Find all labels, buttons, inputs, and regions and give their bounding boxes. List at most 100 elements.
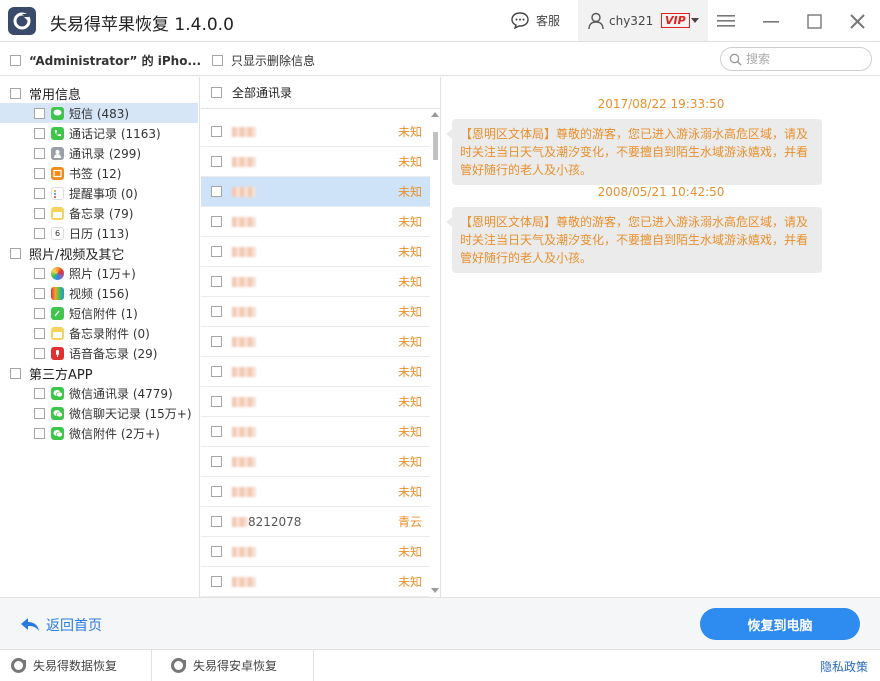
redacted-name <box>232 517 248 527</box>
device-checkbox[interactable] <box>10 55 21 66</box>
item-checkbox[interactable] <box>34 267 45 279</box>
row-checkbox[interactable] <box>211 336 222 347</box>
tree-item-sms-attachments[interactable]: 短信附件 (1) <box>0 303 199 323</box>
maximize-button[interactable] <box>803 10 825 32</box>
redacted-name <box>232 337 256 347</box>
tree-item-bookmarks[interactable]: 书签 (12) <box>0 163 199 183</box>
privacy-policy-link[interactable]: 隐私政策 <box>820 658 868 675</box>
contact-row[interactable]: 未知 <box>201 477 430 507</box>
item-checkbox[interactable] <box>34 327 45 339</box>
scroll-up-arrow-icon[interactable] <box>431 112 439 117</box>
tree-item-calendar[interactable]: 6 日历 (113) <box>0 223 199 243</box>
row-checkbox[interactable] <box>211 306 222 317</box>
vip-dropdown-caret-icon[interactable] <box>691 18 699 23</box>
wechat-chat-icon <box>51 406 64 420</box>
row-checkbox[interactable] <box>211 276 222 287</box>
contact-row[interactable]: 未知 <box>201 327 430 357</box>
category-checkbox[interactable] <box>10 87 21 99</box>
row-checkbox[interactable] <box>211 216 222 227</box>
vip-badge[interactable]: VIP <box>661 13 690 28</box>
tree-item-wechat-chat[interactable]: 微信聊天记录 (15万+) <box>0 403 199 423</box>
item-checkbox[interactable] <box>34 387 45 399</box>
category-checkbox[interactable] <box>10 367 21 379</box>
row-checkbox[interactable] <box>211 426 222 437</box>
menu-button[interactable] <box>715 10 737 32</box>
footer-link-label: 失易得安卓恢复 <box>193 659 278 673</box>
item-checkbox[interactable] <box>34 407 45 419</box>
contact-row[interactable]: 未知 <box>201 537 430 567</box>
close-button[interactable] <box>846 10 868 32</box>
contact-list-scrollbar[interactable] <box>430 110 440 597</box>
tree-item-call-log[interactable]: 通话记录 (1163) <box>0 123 199 143</box>
contact-row[interactable]: 未知 <box>201 237 430 267</box>
item-checkbox[interactable] <box>34 147 45 159</box>
tree-item-sms[interactable]: 短信 (483) <box>0 103 198 123</box>
deleted-only-filter[interactable]: 只显示删除信息 <box>212 52 315 69</box>
tree-item-wechat-contacts[interactable]: 微信通讯录 (4779) <box>0 383 199 403</box>
item-checkbox[interactable] <box>34 427 45 439</box>
tree-item-notes[interactable]: 备忘录 (79) <box>0 203 199 223</box>
contact-row[interactable]: 未知 <box>201 417 430 447</box>
contact-row[interactable]: 未知 <box>201 447 430 477</box>
search-box[interactable] <box>720 47 872 71</box>
row-checkbox[interactable] <box>211 156 222 167</box>
row-checkbox[interactable] <box>211 486 222 497</box>
reminder-icon <box>51 186 64 200</box>
select-all-checkbox[interactable] <box>211 87 222 98</box>
contact-row[interactable]: 未知 <box>201 387 430 417</box>
tree-item-reminders[interactable]: 提醒事项 (0) <box>0 183 199 203</box>
item-checkbox[interactable] <box>34 307 45 319</box>
row-checkbox[interactable] <box>211 126 222 137</box>
tree-category-media[interactable]: 照片/视频及其它 <box>0 243 199 263</box>
contact-row[interactable]: 未知 <box>201 117 430 147</box>
back-home-button[interactable]: 返回首页 <box>20 615 102 635</box>
item-checkbox[interactable] <box>34 207 45 219</box>
row-checkbox[interactable] <box>211 456 222 467</box>
item-checkbox[interactable] <box>34 127 45 139</box>
customer-service-button[interactable]: 客服 <box>510 11 560 29</box>
row-checkbox[interactable] <box>211 246 222 257</box>
contact-list-header[interactable]: 全部通讯录 <box>201 77 440 109</box>
tree-item-contacts[interactable]: 通讯录 (299) <box>0 143 199 163</box>
contact-row[interactable]: 未知 <box>201 177 430 207</box>
search-input[interactable] <box>746 52 866 66</box>
deleted-only-checkbox[interactable] <box>212 55 223 66</box>
footer-link-data-recovery[interactable]: 失易得数据恢复 <box>10 657 117 674</box>
contact-row[interactable]: 未知 <box>201 147 430 177</box>
row-checkbox[interactable] <box>211 576 222 587</box>
item-checkbox[interactable] <box>34 107 45 119</box>
contact-row[interactable]: 未知 <box>201 267 430 297</box>
item-checkbox[interactable] <box>34 347 45 359</box>
tree-item-videos[interactable]: 视频 (156) <box>0 283 199 303</box>
contact-row[interactable]: 8212078 青云 <box>201 507 430 537</box>
contact-row[interactable]: 未知 <box>201 567 430 597</box>
row-checkbox[interactable] <box>211 186 222 197</box>
contact-row[interactable]: 未知 <box>201 207 430 237</box>
row-checkbox[interactable] <box>211 396 222 407</box>
tree-category-third-party[interactable]: 第三方APP <box>0 363 199 383</box>
item-checkbox[interactable] <box>34 167 45 179</box>
tree-item-voice-memos[interactable]: 语音备忘录 (29) <box>0 343 199 363</box>
item-checkbox[interactable] <box>34 187 45 199</box>
recover-to-computer-button[interactable]: 恢复到电脑 <box>700 608 860 640</box>
item-checkbox[interactable] <box>34 227 45 239</box>
device-selector[interactable]: “Administrator” 的 iPho... <box>10 52 201 69</box>
tree-item-notes-attachments[interactable]: 备忘录附件 (0) <box>0 323 199 343</box>
tree-item-wechat-attachments[interactable]: 微信附件 (2万+) <box>0 423 199 443</box>
user-account-button[interactable]: chy321 <box>588 12 653 30</box>
tree-category-common[interactable]: 常用信息 <box>0 83 199 103</box>
contact-row[interactable]: 未知 <box>201 357 430 387</box>
tree-item-photos[interactable]: 照片 (1万+) <box>0 263 199 283</box>
contact-row[interactable]: 未知 <box>201 297 430 327</box>
footer-link-android-recovery[interactable]: 失易得安卓恢复 <box>170 657 277 674</box>
row-checkbox[interactable] <box>211 366 222 377</box>
minimize-button[interactable] <box>760 10 782 32</box>
tree-item-label: 备忘录附件 (0) <box>69 326 150 341</box>
contact-name: 8212078 <box>232 515 301 529</box>
scroll-down-arrow-icon[interactable] <box>431 588 439 593</box>
row-checkbox[interactable] <box>211 516 222 527</box>
item-checkbox[interactable] <box>34 287 45 299</box>
row-checkbox[interactable] <box>211 546 222 557</box>
category-checkbox[interactable] <box>10 247 21 259</box>
scroll-thumb[interactable] <box>433 132 438 160</box>
